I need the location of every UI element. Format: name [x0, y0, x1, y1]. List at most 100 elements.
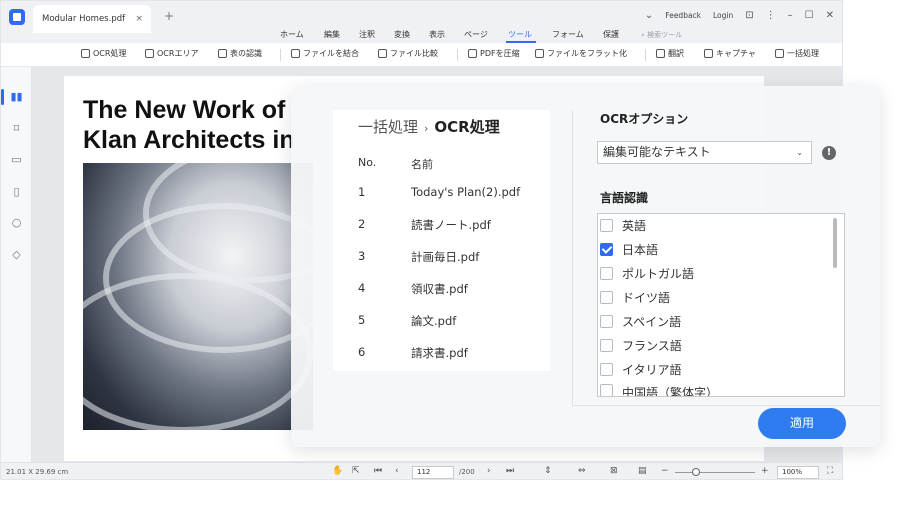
document-heading: The New Work of Klan Architects in	[83, 95, 295, 155]
dialog-footer-divider	[572, 405, 880, 406]
file-row-name[interactable]: 論文.pdf	[411, 313, 456, 329]
checkbox[interactable]	[600, 219, 613, 232]
menu-page[interactable]: ページ	[464, 29, 488, 40]
checkbox[interactable]	[600, 267, 613, 280]
translate-button[interactable]: 翻訳	[656, 48, 684, 59]
select-tool-icon[interactable]: ⇱	[352, 466, 360, 476]
language-option-portuguese[interactable]: ポルトガル語	[600, 265, 694, 282]
file-row-name[interactable]: Today's Plan(2).pdf	[411, 185, 520, 199]
batch-process-button[interactable]: 一括処理	[775, 48, 819, 59]
file-row-name[interactable]: 領収書.pdf	[411, 281, 468, 297]
menu-protect[interactable]: 保護	[603, 29, 619, 40]
page-layout-icon[interactable]: ▤	[638, 466, 647, 476]
apply-button[interactable]: 適用	[758, 408, 846, 439]
info-icon[interactable]: !	[822, 146, 836, 160]
notification-icon[interactable]: ⊡	[745, 10, 753, 21]
rotate-icon[interactable]: ⊠	[610, 466, 618, 476]
fit-height-icon[interactable]: ⇕	[544, 466, 552, 476]
feedback-link[interactable]: Feedback	[665, 11, 701, 20]
file-row-name[interactable]: 計画毎日.pdf	[411, 249, 479, 265]
close-window-icon[interactable]: ✕	[826, 10, 834, 21]
new-tab-button[interactable]: +	[164, 9, 174, 23]
page-dimensions: 21.01 X 29.69 cm	[6, 468, 69, 476]
hand-tool-icon[interactable]: ✋	[332, 466, 343, 476]
language-option-french[interactable]: フランス語	[600, 337, 682, 354]
language-option-japanese[interactable]: 日本語	[600, 241, 658, 258]
comment-icon[interactable]: ▭	[10, 153, 23, 166]
language-option-english[interactable]: 英語	[600, 217, 646, 234]
language-recognition-title: 言語認識	[600, 191, 649, 205]
compare-files-button[interactable]: ファイル比較	[378, 48, 438, 59]
ocr-button[interactable]: OCR処理	[81, 48, 126, 59]
app-logo-icon	[9, 9, 25, 25]
language-option-german[interactable]: ドイツ語	[600, 289, 670, 306]
menu-tools[interactable]: ツール	[508, 29, 532, 40]
fit-width-icon[interactable]: ⇔	[578, 466, 586, 476]
zoom-out-icon[interactable]: −	[661, 466, 669, 476]
menu-convert[interactable]: 変換	[394, 29, 410, 40]
next-page-icon[interactable]: ›	[487, 466, 491, 476]
flatten-file-button[interactable]: ファイルをフラット化	[535, 48, 627, 59]
checkbox[interactable]	[600, 315, 613, 328]
compare-files-label: ファイル比較	[390, 49, 438, 58]
chevron-down-icon[interactable]: ⌄	[645, 10, 653, 21]
language-option-chinese-traditional[interactable]: 中国語（繁体字）	[600, 384, 718, 396]
language-option-spanish[interactable]: スペイン語	[600, 313, 681, 330]
zoom-slider[interactable]	[675, 472, 755, 473]
attachment-icon[interactable]: ▯	[10, 185, 23, 198]
checkbox[interactable]	[600, 384, 613, 396]
language-list-scrollbar[interactable]	[833, 218, 837, 268]
search-tools-field[interactable]: ⌕ 検索ツール	[641, 30, 682, 40]
language-label: スペイン語	[622, 315, 682, 329]
prev-page-icon[interactable]: ‹	[395, 466, 399, 476]
checkbox[interactable]	[600, 339, 613, 352]
checkbox-checked[interactable]	[600, 243, 613, 256]
layers-icon[interactable]: ◇	[10, 248, 23, 261]
page-number-input[interactable]: 112	[412, 466, 454, 479]
menu-edit[interactable]: 編集	[324, 29, 340, 40]
ocr-area-button[interactable]: OCRエリア	[145, 48, 198, 59]
search-icon[interactable]: ○	[10, 216, 23, 229]
zoom-select[interactable]: 100%	[777, 466, 819, 479]
breadcrumb-parent[interactable]: 一括処理	[358, 118, 418, 136]
translate-icon	[656, 49, 665, 58]
menu-home[interactable]: ホーム	[280, 29, 304, 40]
maximize-icon[interactable]: ☐	[805, 10, 814, 21]
fullscreen-icon[interactable]: ⛶	[827, 466, 833, 476]
zoom-in-icon[interactable]: +	[761, 466, 769, 476]
bookmark-icon[interactable]: ⌑	[10, 122, 23, 135]
table-icon	[218, 49, 227, 58]
ocr-mode-select[interactable]: 編集可能なテキスト ⌄	[597, 141, 812, 164]
compress-pdf-button[interactable]: PDFを圧縮	[468, 48, 520, 59]
file-row-name[interactable]: 請求書.pdf	[411, 345, 468, 361]
flatten-file-label: ファイルをフラット化	[547, 49, 627, 58]
checkbox[interactable]	[600, 363, 613, 376]
ocr-button-label: OCR処理	[93, 49, 127, 58]
thumbnails-icon[interactable]: ▮▮	[10, 90, 23, 103]
toolbar-divider	[280, 49, 281, 61]
column-header-no: No.	[358, 156, 377, 169]
menu-annotate[interactable]: 注釈	[359, 29, 375, 40]
capture-button[interactable]: キャプチャ	[704, 48, 756, 59]
language-label: ポルトガル語	[622, 267, 695, 281]
language-option-italian[interactable]: イタリア語	[600, 361, 682, 378]
tools-toolbar: OCR処理 OCRエリア 表の認識 ファイルを結合 ファイル比較 PDFを圧縮 …	[1, 43, 842, 67]
combine-files-button[interactable]: ファイルを結合	[291, 48, 359, 59]
document-heading-line1: The New Work of	[83, 96, 286, 124]
login-link[interactable]: Login	[713, 11, 733, 20]
first-page-icon[interactable]: ⏮	[374, 466, 382, 476]
menu-view[interactable]: 表示	[429, 29, 445, 40]
translate-label: 翻訳	[668, 49, 684, 58]
batch-icon	[775, 49, 784, 58]
title-actions: ⌄ Feedback Login ⊡ ⋮ – ☐ ✕	[645, 10, 834, 21]
more-icon[interactable]: ⋮	[766, 10, 776, 21]
checkbox[interactable]	[600, 291, 613, 304]
file-row-name[interactable]: 読書ノート.pdf	[411, 217, 491, 233]
table-recognition-button[interactable]: 表の認識	[218, 48, 262, 59]
menu-form[interactable]: フォーム	[552, 29, 584, 40]
minimize-icon[interactable]: –	[788, 10, 793, 21]
ocr-area-icon	[145, 49, 154, 58]
last-page-icon[interactable]: ⏭	[506, 466, 514, 476]
sidebar-active-indicator	[1, 89, 4, 105]
zoom-slider-handle[interactable]	[692, 468, 700, 476]
